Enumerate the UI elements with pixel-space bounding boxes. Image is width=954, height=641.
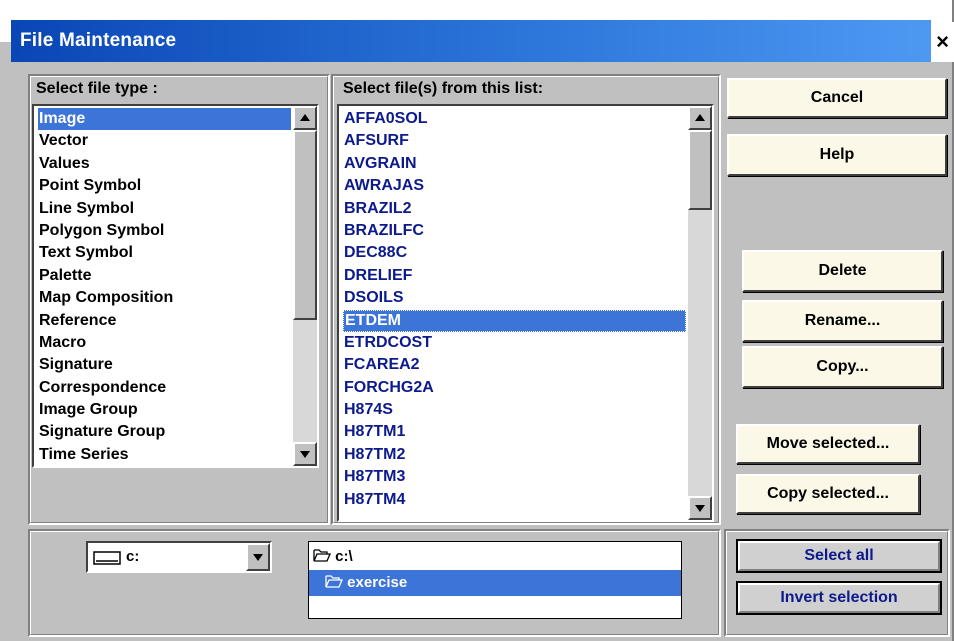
list-item[interactable]: Reference: [38, 310, 291, 332]
copy-selected-label: Copy selected...: [767, 485, 889, 502]
list-item[interactable]: AWRAJAS: [343, 175, 686, 197]
selection-group: Select all Invert selection: [724, 529, 950, 637]
list-item[interactable]: H87TM1: [343, 421, 686, 443]
list-item[interactable]: Image Group: [38, 399, 291, 421]
list-item[interactable]: DSOILS: [343, 287, 686, 309]
list-item[interactable]: Vector: [38, 130, 291, 152]
list-item[interactable]: AFSURF: [343, 130, 686, 152]
scroll-up-button[interactable]: [688, 106, 712, 130]
files-items: AFFA0SOL AFSURF AVGRAIN AWRAJAS BRAZIL2 BRAZI…: [343, 108, 686, 511]
rename-label: Rename...: [804, 312, 881, 329]
file-type-items: Image Vector Values Point Symbol Line Symbol…: [38, 108, 291, 466]
directory-list[interactable]: c:\ exercise: [308, 541, 682, 619]
dir-item-selected[interactable]: exercise: [309, 570, 681, 596]
list-item[interactable]: AFFA0SOL: [343, 108, 686, 130]
chevron-down-icon: [253, 554, 263, 561]
window-title: File Maintenance: [20, 30, 177, 51]
arrow-down-icon: [300, 451, 310, 458]
list-item[interactable]: BRAZILFC: [343, 220, 686, 242]
dir-item-root[interactable]: c:\: [313, 544, 353, 570]
dialog-body: Select file type : Image Vector Values Poin…: [11, 62, 952, 641]
list-item[interactable]: ETRDCOST: [343, 332, 686, 354]
delete-label: Delete: [818, 262, 867, 279]
arrow-up-icon: [695, 114, 705, 121]
list-item[interactable]: Time Series: [38, 444, 291, 466]
list-item[interactable]: Palette: [38, 265, 291, 287]
list-item[interactable]: DRELIEF: [343, 265, 686, 287]
cancel-label: Cancel: [810, 89, 864, 106]
scroll-up-button[interactable]: [293, 106, 317, 130]
arrow-down-icon: [695, 505, 705, 512]
list-item[interactable]: Polygon Symbol: [38, 220, 291, 242]
open-folder-icon: [325, 575, 343, 588]
move-selected-label: Move selected...: [766, 435, 890, 452]
list-item[interactable]: Macro: [38, 332, 291, 354]
drive-dropdown-button[interactable]: [246, 543, 270, 571]
files-group: Select file(s) from this list: AFFA0SOL A…: [331, 74, 721, 525]
list-item[interactable]: H87TM3: [343, 466, 686, 488]
list-item[interactable]: DEC88C: [343, 242, 686, 264]
title-bar-area: File Maintenance ×: [0, 0, 954, 62]
list-item[interactable]: Signature: [38, 354, 291, 376]
list-item[interactable]: Line Symbol: [38, 198, 291, 220]
list-item[interactable]: BRAZIL2: [343, 198, 686, 220]
copy-selected-button[interactable]: Copy selected...: [736, 474, 920, 514]
list-item[interactable]: Text Symbol: [38, 242, 291, 264]
invert-selection-button[interactable]: Invert selection: [736, 581, 942, 615]
list-item[interactable]: Point Symbol: [38, 175, 291, 197]
list-item[interactable]: H87TM2: [343, 444, 686, 466]
files-list[interactable]: AFFA0SOL AFSURF AVGRAIN AWRAJAS BRAZIL2 BRAZI…: [337, 104, 714, 522]
delete-button[interactable]: Delete: [742, 250, 943, 292]
scroll-thumb[interactable]: [688, 130, 712, 210]
files-scrollbar[interactable]: [688, 106, 712, 520]
open-folder-icon: [313, 549, 331, 562]
list-item[interactable]: Correspondence: [38, 377, 291, 399]
list-item[interactable]: Map Composition: [38, 287, 291, 309]
help-button[interactable]: Help: [727, 134, 947, 176]
dir-item-label: c:\: [335, 548, 353, 565]
drive-value: c:: [126, 548, 140, 565]
select-all-button[interactable]: Select all: [736, 539, 942, 573]
help-label: Help: [819, 146, 855, 163]
select-all-label: Select all: [804, 547, 874, 564]
copy-button[interactable]: Copy...: [742, 346, 943, 388]
copy-label: Copy...: [816, 358, 869, 375]
list-item[interactable]: H874S: [343, 399, 686, 421]
list-item[interactable]: FORCHG2A: [343, 377, 686, 399]
arrow-up-icon: [300, 114, 310, 121]
scroll-down-button[interactable]: [293, 442, 317, 466]
list-item[interactable]: H87TM4: [343, 489, 686, 511]
file-type-label: Select file type :: [36, 80, 158, 97]
file-type-list[interactable]: Image Vector Values Point Symbol Line Symbol…: [32, 104, 319, 468]
cancel-button[interactable]: Cancel: [727, 78, 947, 118]
list-item[interactable]: FCAREA2: [343, 354, 686, 376]
file-type-scrollbar[interactable]: [293, 106, 317, 466]
file-type-group: Select file type : Image Vector Values Poin…: [28, 74, 330, 525]
list-item[interactable]: AVGRAIN: [343, 153, 686, 175]
list-item[interactable]: Signature Group: [38, 421, 291, 443]
scroll-down-button[interactable]: [688, 496, 712, 520]
drive-select[interactable]: c:: [86, 541, 272, 573]
dir-item-label: exercise: [347, 574, 408, 591]
file-maintenance-window: File Maintenance × Select file type : Im…: [0, 0, 954, 641]
move-selected-button[interactable]: Move selected...: [736, 424, 920, 464]
list-item[interactable]: Values: [38, 153, 291, 175]
list-item[interactable]: ETDEM: [343, 309, 686, 332]
close-button[interactable]: ×: [931, 22, 954, 62]
list-item[interactable]: Image: [38, 108, 291, 131]
rename-button[interactable]: Rename...: [742, 300, 943, 342]
directory-group: c: c:\ exercise: [28, 529, 721, 637]
invert-selection-label: Invert selection: [780, 589, 898, 606]
files-label: Select file(s) from this list:: [343, 80, 544, 97]
drive-icon: [93, 551, 121, 565]
scroll-thumb[interactable]: [293, 130, 317, 320]
